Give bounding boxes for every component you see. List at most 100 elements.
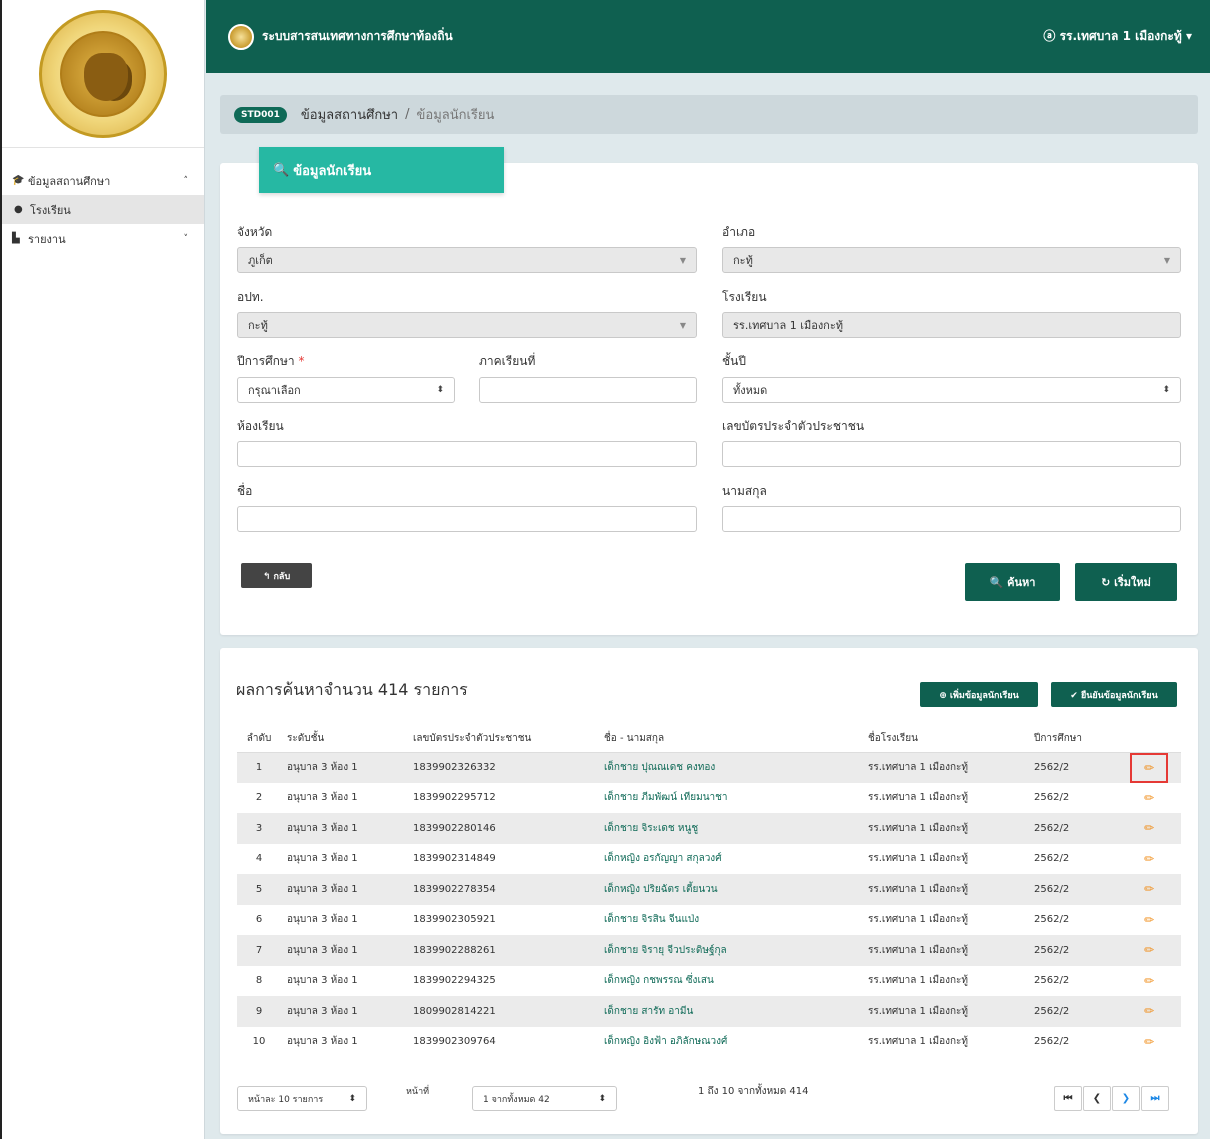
graduation-cap-icon: 🎓 (12, 175, 25, 186)
cell-school: รร.เทศบาล 1 เมืองกะทู้ (862, 813, 1028, 844)
top-header: ระบบสารสนเทศทางการศึกษาท้องถิ่น ⓐ รร.เทศ… (206, 0, 1210, 73)
add-student-button[interactable]: ⊕ เพิ่มข้อมูลนักเรียน (920, 682, 1038, 707)
school-value: รร.เทศบาล 1 เมืองกะทู้ (733, 319, 844, 332)
edit-pencil-icon[interactable]: ✏ (1138, 913, 1160, 927)
cell-name[interactable]: เด็กหญิง อิงฟ้า อภิลักษณวงศ์ (598, 1027, 862, 1058)
reset-button[interactable]: ↻ เริ่มใหม่ (1075, 563, 1177, 601)
results-title: ผลการค้นหาจำนวน 414 รายการ (236, 680, 468, 699)
col-header-no: ลำดับ (237, 725, 281, 753)
cell-action: ✏ (1132, 1027, 1181, 1058)
cell-citizen-id: 1839902294325 (413, 975, 496, 987)
breadcrumb-separator: / (405, 107, 410, 122)
col-header-action (1132, 725, 1181, 753)
cell-name[interactable]: เด็กชาย จิระเดช หนูชู (598, 813, 862, 844)
lao-select[interactable]: กะทู้ ▼ (237, 312, 697, 338)
per-page-select[interactable]: หน้าละ 10 รายการ ⬍ (237, 1086, 367, 1111)
edit-pencil-icon[interactable]: ✏ (1138, 974, 1160, 988)
table-row: 3 อนุบาล 3 ห้อง 1 1839902280146 เด็กชาย … (237, 813, 1181, 844)
cell-grade: อนุบาล 3 ห้อง 1 (281, 996, 407, 1027)
cell-action: ✏ (1132, 813, 1181, 844)
cell-no: 8 (255, 975, 263, 987)
table-row: 1 อนุบาล 3 ห้อง 1 1839902326332 เด็กชาย … (237, 752, 1181, 783)
sidebar-item-report[interactable]: ▙ รายงาน ˅ (2, 224, 204, 253)
confirm-student-button[interactable]: ✔ ยืนยันข้อมูลนักเรียน (1051, 682, 1177, 707)
edit-pencil-icon[interactable]: ✏ (1138, 1035, 1160, 1049)
last-name-input[interactable] (722, 506, 1181, 532)
chevron-up-icon: ˄ (183, 175, 189, 186)
sidebar-item-school[interactable]: ● โรงเรียน (2, 195, 204, 224)
edit-pencil-icon[interactable]: ✏ (1138, 882, 1160, 896)
cell-name[interactable]: เด็กหญิง ปริยฉัตร เตี้ยนวน (598, 874, 862, 905)
col-header-school: ชื่อโรงเรียน (862, 725, 1028, 753)
citizen-id-label: เลขบัตรประจำตัวประชาชน (722, 419, 865, 433)
results-table: ลำดับ ระดับชั้น เลขบัตรประจำตัวประชาชน ช… (237, 725, 1181, 1057)
edit-pencil-icon[interactable]: ✏ (1130, 752, 1168, 783)
cell-year: 2562/2 (1028, 752, 1132, 783)
cell-citizen-id: 1839902326332 (407, 752, 598, 783)
cell-school: รร.เทศบาล 1 เมืองกะทู้ (868, 975, 969, 987)
cell-no: 5 (237, 874, 281, 905)
cell-name[interactable]: เด็กหญิง อรกัญญา สกุลวงศ์ (598, 844, 862, 875)
edit-pencil-icon[interactable]: ✏ (1138, 1004, 1160, 1018)
breadcrumb: STD001 ข้อมูลสถานศึกษา / ข้อมูลนักเรียน (220, 95, 1198, 134)
term-input[interactable] (479, 377, 697, 403)
last-page-button[interactable]: ⏭ (1141, 1086, 1169, 1111)
province-value: ภูเก็ต (248, 254, 273, 267)
range-info: 1 ถึง 10 จากทั้งหมด 414 (698, 1086, 809, 1097)
sidebar-menu: 🎓 ข้อมูลสถานศึกษา ˄ ● โรงเรียน ▙ รายงาน … (2, 148, 204, 253)
citizen-id-input[interactable] (722, 441, 1181, 467)
page-select[interactable]: 1 จากทั้งหมด 42 ⬍ (472, 1086, 617, 1111)
year-select[interactable]: กรุณาเลือก ⬍ (237, 377, 455, 403)
cell-grade: อนุบาล 3 ห้อง 1 (287, 1036, 358, 1048)
first-name-label: ชื่อ (237, 484, 253, 498)
cell-name[interactable]: เด็กหญิง กชพรรณ ซึ่งเสน (598, 966, 862, 997)
cell-action: ✏ (1130, 752, 1181, 783)
room-label: ห้องเรียน (237, 419, 284, 433)
cell-school: รร.เทศบาล 1 เมืองกะทู้ (862, 996, 1028, 1027)
cell-citizen-id: 1839902314849 (413, 853, 496, 865)
term-label: ภาคเรียนที่ (479, 354, 536, 368)
school-label: โรงเรียน (722, 290, 767, 304)
cell-name[interactable]: เด็กชาย สารัท อามีน (598, 996, 862, 1027)
grade-select[interactable]: ทั้งหมด ⬍ (722, 377, 1181, 403)
file-icon: ▙ (12, 233, 20, 244)
district-label: อำเภอ (722, 225, 756, 239)
cell-citizen-id: 1839902280146 (407, 813, 598, 844)
sidebar-item-school-info[interactable]: 🎓 ข้อมูลสถานศึกษา ˄ (2, 166, 204, 195)
cell-grade: อนุบาล 3 ห้อง 1 (287, 975, 358, 987)
cell-name[interactable]: เด็กชาย จิรสิน จีนแป่ง (598, 905, 862, 936)
lao-label: อปท. (237, 290, 264, 304)
edit-pencil-icon[interactable]: ✏ (1138, 852, 1160, 866)
required-marker: * (298, 354, 305, 368)
cell-name[interactable]: เด็กชาย ปุณณเดช คงทอง (598, 752, 862, 783)
prev-page-button[interactable]: ❮ (1083, 1086, 1111, 1111)
col-header-name: ชื่อ - นามสกุล (598, 725, 862, 753)
user-menu[interactable]: ⓐ รร.เทศบาล 1 เมืองกะทู้ ▾ (1043, 27, 1192, 46)
first-page-button[interactable]: ⏮ (1054, 1086, 1082, 1111)
dropdown-arrow-icon: ▼ (1163, 255, 1170, 265)
first-name-input[interactable] (237, 506, 697, 532)
cell-name[interactable]: เด็กชาย ภีมพัฒน์ เทียมนาชา (598, 783, 862, 814)
edit-pencil-icon[interactable]: ✏ (1138, 791, 1160, 805)
room-input[interactable] (237, 441, 697, 467)
edit-pencil-icon[interactable]: ✏ (1138, 821, 1160, 835)
next-page-button[interactable]: ❯ (1112, 1086, 1140, 1111)
edit-pencil-icon[interactable]: ✏ (1138, 943, 1160, 957)
cell-action: ✏ (1132, 966, 1181, 997)
cell-grade: อนุบาล 3 ห้อง 1 (281, 935, 407, 966)
search-button[interactable]: 🔍 ค้นหา (965, 563, 1060, 601)
district-value: กะทู้ (733, 254, 753, 267)
province-label: จังหวัด (237, 225, 273, 239)
district-select[interactable]: กะทู้ ▼ (722, 247, 1181, 273)
cell-no: 2 (255, 792, 263, 804)
breadcrumb-parent[interactable]: ข้อมูลสถานศึกษา (301, 104, 398, 125)
back-button[interactable]: ↰ กลับ (241, 563, 312, 588)
cell-name[interactable]: เด็กชาย จิรายุ จีวประดิษฐ์กุล (598, 935, 862, 966)
cell-citizen-id: 1839902309764 (413, 1036, 496, 1048)
department-seal-logo (39, 9, 167, 138)
table-row: 10 อนุบาล 3 ห้อง 1 1839902309764 เด็กหญิ… (237, 1027, 1181, 1058)
cell-grade: อนุบาล 3 ห้อง 1 (281, 813, 407, 844)
col-header-grade: ระดับชั้น (281, 725, 407, 753)
grade-value: ทั้งหมด (733, 384, 768, 397)
province-select[interactable]: ภูเก็ต ▼ (237, 247, 697, 273)
